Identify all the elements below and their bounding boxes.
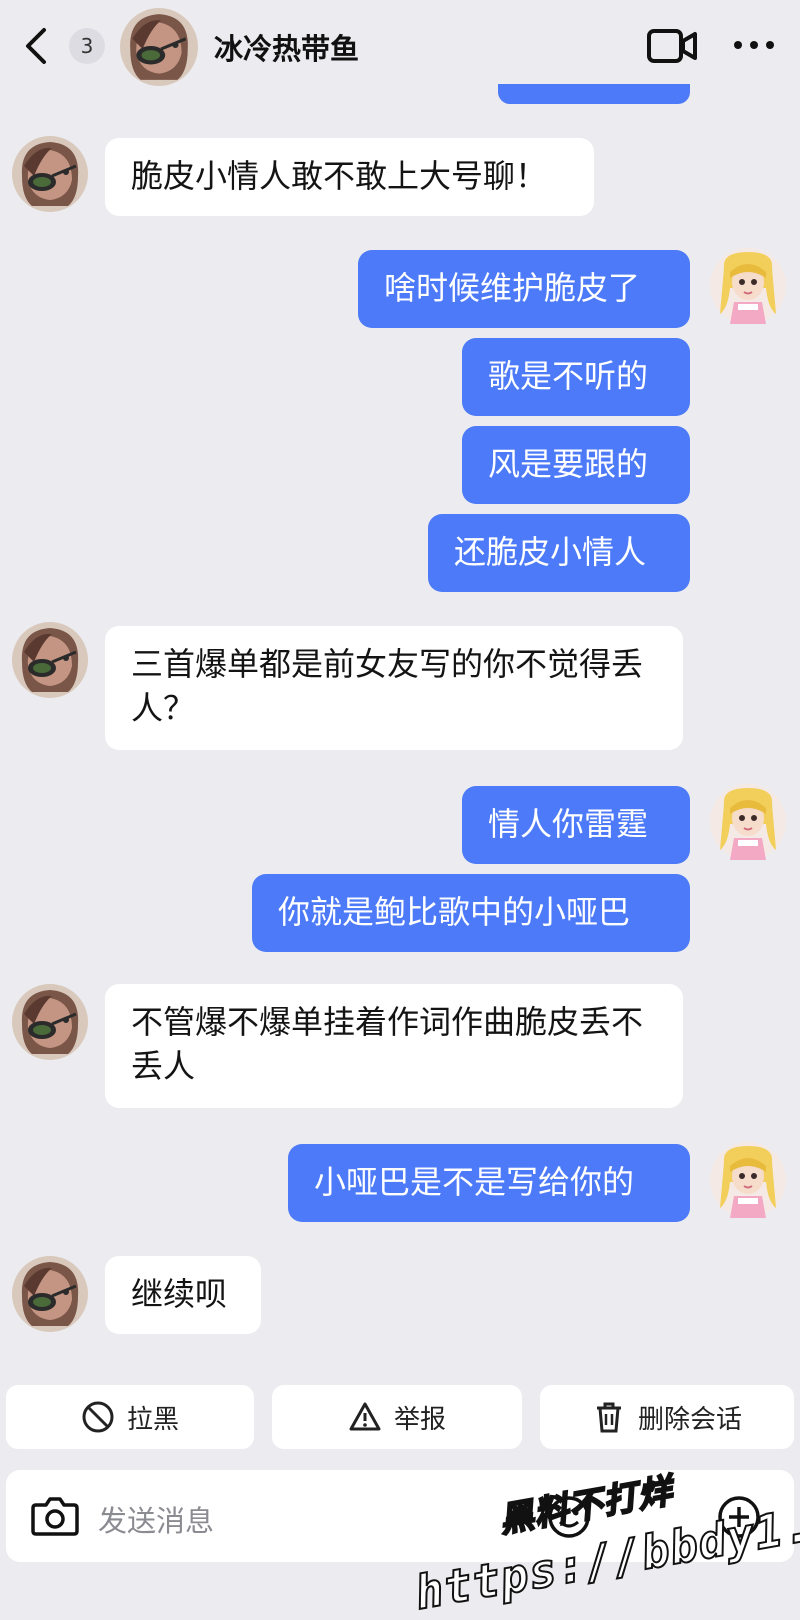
block-label: 拉黑 <box>126 1404 179 1435</box>
my-avatar[interactable] <box>710 248 786 324</box>
more-icon <box>734 41 774 49</box>
message-bubble-outgoing[interactable]: 情人你雷霆 <box>462 786 690 864</box>
friend-avatar[interactable] <box>12 136 88 212</box>
report-label: 举报 <box>393 1404 446 1435</box>
message-bubble-incoming[interactable]: 三首爆单都是前女友写的你不觉得丢人？ <box>105 626 683 750</box>
message-bubble-outgoing[interactable]: 小哑巴是不是写给你的 <box>288 1144 690 1222</box>
unread-count-badge: 3 <box>69 28 105 64</box>
my-avatar[interactable] <box>710 1142 786 1218</box>
friend-avatar[interactable] <box>12 1256 88 1332</box>
video-call-icon <box>647 29 697 63</box>
message-bubble-outgoing[interactable]: 你就是鲍比歌中的小哑巴 <box>252 874 690 952</box>
previous-message-bubble <box>498 84 690 104</box>
message-bubble-outgoing[interactable]: 还脆皮小情人 <box>428 514 690 592</box>
contact-avatar[interactable] <box>120 8 198 86</box>
message-input[interactable]: 发送消息 <box>98 1498 214 1540</box>
message-bubble-incoming[interactable]: 继续呗 <box>105 1256 261 1334</box>
message-bubble-incoming[interactable]: 不管爆不爆单挂着作词作曲脆皮丢不丢人 <box>105 984 683 1108</box>
camera-icon <box>31 1497 79 1536</box>
warning-icon <box>349 1402 381 1431</box>
contact-name[interactable]: 冰冷热带鱼 <box>214 26 359 68</box>
more-button[interactable] <box>730 30 778 60</box>
back-arrow-icon <box>26 28 46 64</box>
friend-avatar[interactable] <box>12 984 88 1060</box>
delete-conversation-button[interactable]: 删除会话 <box>540 1385 794 1449</box>
video-call-button[interactable] <box>646 25 698 67</box>
back-button[interactable] <box>14 22 62 70</box>
report-button[interactable]: 举报 <box>272 1385 522 1449</box>
friend-avatar[interactable] <box>12 622 88 698</box>
block-button[interactable]: 拉黑 <box>6 1385 254 1449</box>
chat-header: 3 冰冷热带鱼 <box>0 0 800 92</box>
camera-button[interactable] <box>30 1493 80 1539</box>
delete-conversation-label: 删除会话 <box>637 1404 742 1435</box>
message-bubble-outgoing[interactable]: 风是要跟的 <box>462 426 690 504</box>
message-bubble-outgoing[interactable]: 啥时候维护脆皮了 <box>358 250 690 328</box>
trash-icon <box>596 1402 621 1433</box>
message-bubble-incoming[interactable]: 脆皮小情人敢不敢上大号聊！ <box>105 138 594 216</box>
my-avatar[interactable] <box>710 784 786 860</box>
message-bubble-outgoing[interactable]: 歌是不听的 <box>462 338 690 416</box>
block-icon <box>82 1401 114 1433</box>
